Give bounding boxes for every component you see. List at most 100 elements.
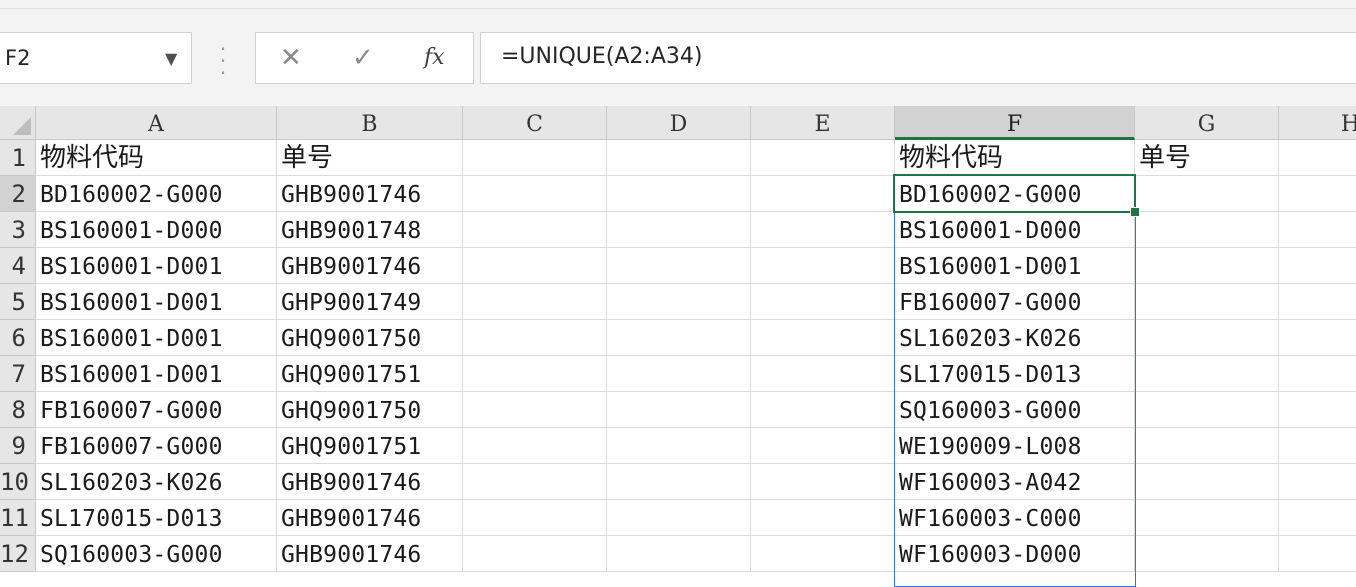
cell-h5[interactable] bbox=[1279, 284, 1356, 320]
cell-e12[interactable] bbox=[751, 536, 895, 572]
column-header-b[interactable]: B bbox=[277, 106, 463, 140]
cell-g3[interactable] bbox=[1135, 212, 1279, 248]
cell-h3[interactable] bbox=[1279, 212, 1356, 248]
row-header-6[interactable]: 6 bbox=[0, 320, 36, 356]
cell-c2[interactable] bbox=[463, 176, 607, 212]
cell-d12[interactable] bbox=[607, 536, 751, 572]
cell-f11[interactable]: WF160003-C000 bbox=[895, 500, 1135, 536]
cell-d4[interactable] bbox=[607, 248, 751, 284]
cell-g5[interactable] bbox=[1135, 284, 1279, 320]
cell-b6[interactable]: GHQ9001750 bbox=[277, 320, 463, 356]
cell-g1[interactable]: 单号 bbox=[1135, 140, 1279, 176]
cell-h10[interactable] bbox=[1279, 464, 1356, 500]
cell-d2[interactable] bbox=[607, 176, 751, 212]
cancel-icon[interactable]: ✕ bbox=[280, 43, 302, 73]
cell-b9[interactable]: GHQ9001751 bbox=[277, 428, 463, 464]
cell-e1[interactable] bbox=[751, 140, 895, 176]
cell-g4[interactable] bbox=[1135, 248, 1279, 284]
cell-e11[interactable] bbox=[751, 500, 895, 536]
row-header-11[interactable]: 11 bbox=[0, 500, 36, 536]
cell-f12[interactable]: WF160003-D000 bbox=[895, 536, 1135, 572]
cell-h1[interactable] bbox=[1279, 140, 1356, 176]
cell-c4[interactable] bbox=[463, 248, 607, 284]
insert-function-icon[interactable]: fx bbox=[424, 45, 445, 70]
cell-c8[interactable] bbox=[463, 392, 607, 428]
cell-g2[interactable] bbox=[1135, 176, 1279, 212]
column-header-a[interactable]: A bbox=[36, 106, 277, 140]
row-header-9[interactable]: 9 bbox=[0, 428, 36, 464]
cell-d5[interactable] bbox=[607, 284, 751, 320]
cell-d7[interactable] bbox=[607, 356, 751, 392]
cell-a7[interactable]: BS160001-D001 bbox=[36, 356, 277, 392]
worksheet-grid[interactable]: A B C D E F G H 1 物料代码 单号 物料代码 单号 2 BD160002-G000 GHB90… bbox=[0, 106, 1356, 587]
cell-a10[interactable]: SL160203-K026 bbox=[36, 464, 277, 500]
fill-handle[interactable] bbox=[1130, 207, 1140, 217]
cell-f6[interactable]: SL160203-K026 bbox=[895, 320, 1135, 356]
cell-b1[interactable]: 单号 bbox=[277, 140, 463, 176]
cell-a11[interactable]: SL170015-D013 bbox=[36, 500, 277, 536]
row-header-1[interactable]: 1 bbox=[0, 140, 36, 176]
cell-d6[interactable] bbox=[607, 320, 751, 356]
name-box-dropdown-icon[interactable]: ▼ bbox=[165, 49, 177, 68]
cell-h9[interactable] bbox=[1279, 428, 1356, 464]
cell-d10[interactable] bbox=[607, 464, 751, 500]
cell-h2[interactable] bbox=[1279, 176, 1356, 212]
cell-f10[interactable]: WF160003-A042 bbox=[895, 464, 1135, 500]
cell-e5[interactable] bbox=[751, 284, 895, 320]
name-box[interactable]: F2 ▼ bbox=[0, 32, 192, 84]
cell-g11[interactable] bbox=[1135, 500, 1279, 536]
row-header-10[interactable]: 10 bbox=[0, 464, 36, 500]
cell-a2[interactable]: BD160002-G000 bbox=[36, 176, 277, 212]
cell-e8[interactable] bbox=[751, 392, 895, 428]
cell-h4[interactable] bbox=[1279, 248, 1356, 284]
cell-a9[interactable]: FB160007-G000 bbox=[36, 428, 277, 464]
row-header-12[interactable]: 12 bbox=[0, 536, 36, 572]
select-all-button[interactable] bbox=[0, 106, 36, 140]
cell-d9[interactable] bbox=[607, 428, 751, 464]
cell-b5[interactable]: GHP9001749 bbox=[277, 284, 463, 320]
column-header-c[interactable]: C bbox=[463, 106, 607, 140]
cell-e7[interactable] bbox=[751, 356, 895, 392]
cell-f5[interactable]: FB160007-G000 bbox=[895, 284, 1135, 320]
cell-g7[interactable] bbox=[1135, 356, 1279, 392]
cell-c5[interactable] bbox=[463, 284, 607, 320]
row-header-2[interactable]: 2 bbox=[0, 176, 36, 212]
cell-f3[interactable]: BS160001-D000 bbox=[895, 212, 1135, 248]
cell-a8[interactable]: FB160007-G000 bbox=[36, 392, 277, 428]
column-header-d[interactable]: D bbox=[607, 106, 751, 140]
cell-e9[interactable] bbox=[751, 428, 895, 464]
cell-a6[interactable]: BS160001-D001 bbox=[36, 320, 277, 356]
row-header-5[interactable]: 5 bbox=[0, 284, 36, 320]
cell-b2[interactable]: GHB9001746 bbox=[277, 176, 463, 212]
cell-h6[interactable] bbox=[1279, 320, 1356, 356]
column-header-h[interactable]: H bbox=[1279, 106, 1356, 140]
cell-f9[interactable]: WE190009-L008 bbox=[895, 428, 1135, 464]
column-header-e[interactable]: E bbox=[751, 106, 895, 140]
cell-b3[interactable]: GHB9001748 bbox=[277, 212, 463, 248]
cell-g9[interactable] bbox=[1135, 428, 1279, 464]
cell-h7[interactable] bbox=[1279, 356, 1356, 392]
cell-g8[interactable] bbox=[1135, 392, 1279, 428]
cell-d3[interactable] bbox=[607, 212, 751, 248]
cell-f7[interactable]: SL170015-D013 bbox=[895, 356, 1135, 392]
cell-a4[interactable]: BS160001-D001 bbox=[36, 248, 277, 284]
cell-g6[interactable] bbox=[1135, 320, 1279, 356]
cell-g12[interactable] bbox=[1135, 536, 1279, 572]
cell-c11[interactable] bbox=[463, 500, 607, 536]
cell-c7[interactable] bbox=[463, 356, 607, 392]
cell-c3[interactable] bbox=[463, 212, 607, 248]
cell-c10[interactable] bbox=[463, 464, 607, 500]
row-header-8[interactable]: 8 bbox=[0, 392, 36, 428]
cell-f8[interactable]: SQ160003-G000 bbox=[895, 392, 1135, 428]
cell-c1[interactable] bbox=[463, 140, 607, 176]
cell-b8[interactable]: GHQ9001750 bbox=[277, 392, 463, 428]
formula-bar-resize-icon[interactable]: · · · bbox=[217, 39, 229, 83]
cell-b10[interactable]: GHB9001746 bbox=[277, 464, 463, 500]
cell-d8[interactable] bbox=[607, 392, 751, 428]
cell-c9[interactable] bbox=[463, 428, 607, 464]
cell-f1[interactable]: 物料代码 bbox=[895, 140, 1135, 176]
cell-d11[interactable] bbox=[607, 500, 751, 536]
cell-h8[interactable] bbox=[1279, 392, 1356, 428]
row-header-7[interactable]: 7 bbox=[0, 356, 36, 392]
cell-b7[interactable]: GHQ9001751 bbox=[277, 356, 463, 392]
